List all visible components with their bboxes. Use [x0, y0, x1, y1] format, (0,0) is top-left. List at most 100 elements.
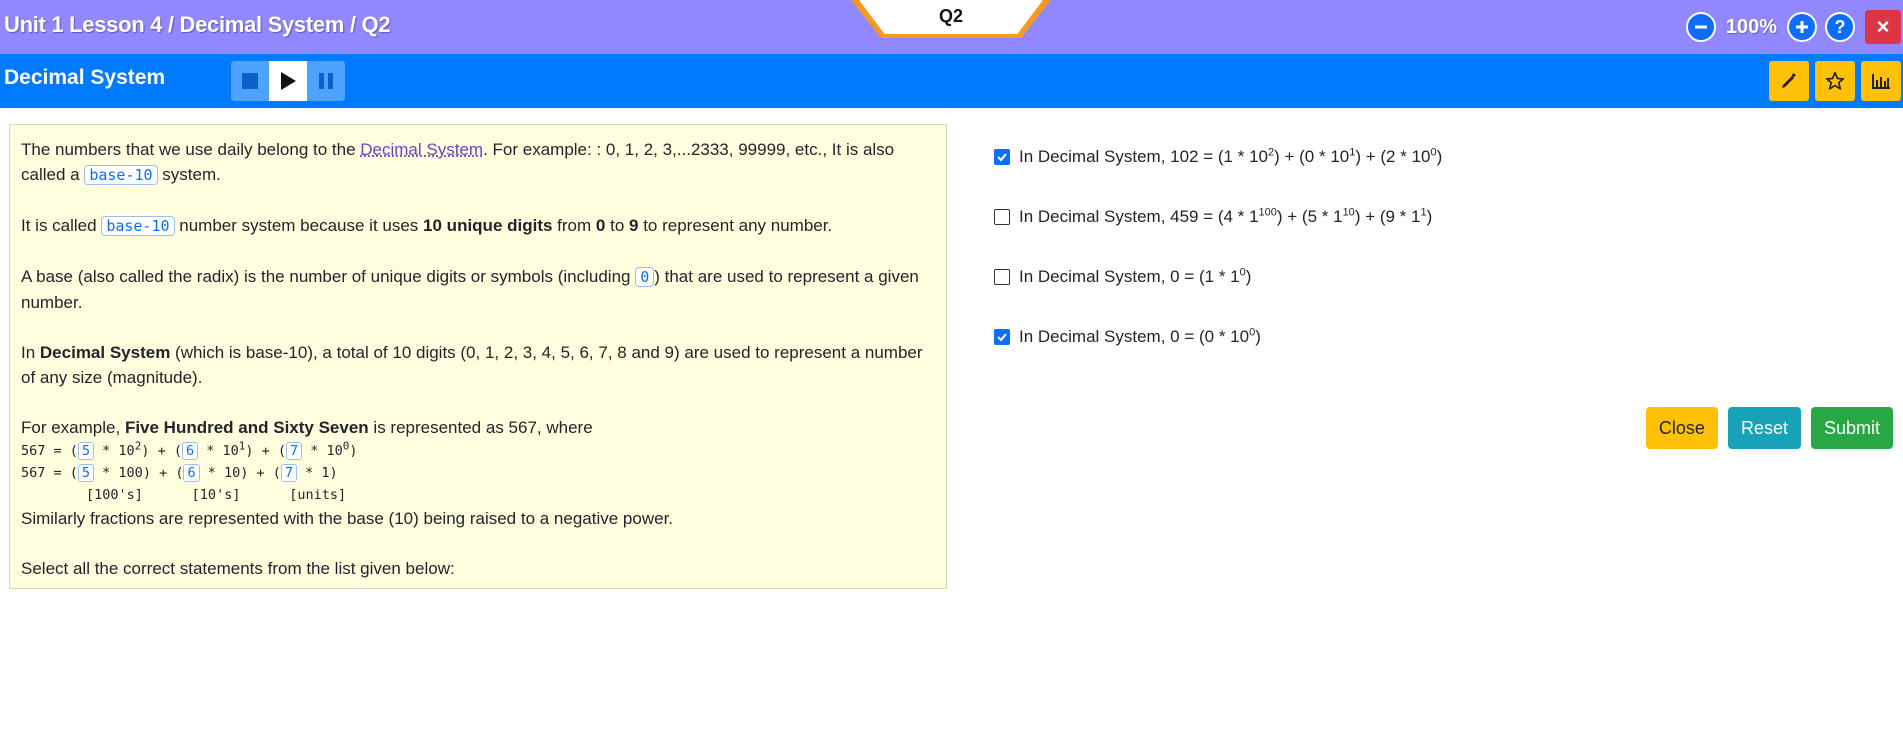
digit-box: 5 — [77, 442, 95, 460]
option-4-checkbox[interactable] — [994, 329, 1010, 345]
option-text: ) + (9 * 1 — [1354, 207, 1421, 226]
base-10-code: base-10 — [84, 165, 158, 185]
sub-header-bar: Decimal System — [0, 54, 1903, 108]
decimal-system-link[interactable]: Decimal System — [360, 140, 483, 159]
base-text-5: to represent any number. — [638, 216, 833, 235]
check-icon — [997, 153, 1007, 162]
media-controls — [231, 61, 345, 101]
code-text: * 10 — [302, 443, 343, 459]
intro-text-3: system. — [157, 165, 221, 184]
option-2-label[interactable]: In Decimal System, 459 = (4 * 1100) + (5… — [1019, 207, 1432, 227]
play-button[interactable] — [269, 61, 307, 101]
option-text: ) + (5 * 1 — [1276, 207, 1343, 226]
pause-button[interactable] — [307, 61, 345, 101]
options-list: In Decimal System, 102 = (1 * 102) + (0 … — [994, 145, 1442, 385]
exponent: 100 — [1258, 206, 1277, 219]
stop-button[interactable] — [231, 61, 269, 101]
decimal-system-bold: Decimal System — [39, 343, 171, 362]
exponent: 10 — [1342, 206, 1355, 219]
base-text-4: to — [605, 216, 629, 235]
example-line-1: 567 = (5 * 102) + (6 * 101) + (7 * 100) — [21, 440, 935, 462]
option-text: ) + (2 * 10 — [1355, 147, 1431, 166]
zoom-out-button[interactable] — [1685, 12, 1716, 42]
close-window-button[interactable]: × — [1865, 10, 1901, 44]
lesson-title: Decimal System — [4, 66, 166, 89]
digit-box: 7 — [286, 442, 303, 460]
code-text: 567 = ( — [21, 465, 78, 481]
option-3[interactable]: In Decimal System, 0 = (1 * 10) — [994, 265, 1442, 289]
favorite-button[interactable] — [1815, 61, 1855, 101]
pause-icon — [319, 73, 333, 89]
reset-button[interactable]: Reset — [1727, 407, 1801, 449]
bar-chart-icon — [1872, 74, 1890, 89]
option-1-label[interactable]: In Decimal System, 102 = (1 * 102) + (0 … — [1019, 147, 1442, 167]
option-4[interactable]: In Decimal System, 0 = (0 * 100) — [994, 325, 1442, 349]
example-bold: Five Hundred and Sixty Seven — [124, 418, 369, 437]
help-button[interactable]: ? — [1825, 12, 1855, 42]
breadcrumb: Unit 1 Lesson 4 / Decimal System / Q2 — [4, 12, 391, 37]
option-text: In Decimal System, 0 = (0 * 10 — [1019, 327, 1250, 346]
option-text: ) — [1245, 267, 1252, 286]
option-text: In Decimal System, 459 = (4 * 1 — [1019, 207, 1259, 226]
example-text: For example, — [21, 418, 125, 437]
base-text-3: from — [552, 216, 596, 235]
code-text: 567 = ( — [21, 443, 78, 459]
option-1[interactable]: In Decimal System, 102 = (1 * 102) + (0 … — [994, 145, 1442, 169]
toolbar — [1769, 61, 1901, 101]
option-text: ) + (0 * 10 — [1274, 147, 1350, 166]
code-text: * 10 — [94, 443, 135, 459]
base-text-2: number system because it uses — [174, 216, 424, 235]
decimal-text: In — [21, 343, 40, 362]
check-icon — [997, 333, 1007, 342]
option-text: ) — [1255, 327, 1261, 346]
top-bar: Unit 1 Lesson 4 / Decimal System / Q2 Q2… — [0, 0, 1903, 54]
zoom-level: 100% — [1725, 15, 1777, 38]
action-buttons: Close Reset Submit — [1645, 407, 1893, 449]
base-paragraph: It is called base-10 number system becau… — [21, 213, 935, 239]
option-4-label[interactable]: In Decimal System, 0 = (0 * 100) — [1019, 327, 1261, 347]
code-text: ) + ( — [245, 443, 286, 459]
digit-box: 6 — [183, 464, 200, 482]
intro-paragraph: The numbers that we use daily belong to … — [21, 137, 935, 188]
unique-digits-bold: 10 unique digits — [423, 216, 553, 235]
base-text: It is called — [21, 216, 102, 235]
submit-button[interactable]: Submit — [1810, 407, 1893, 449]
code-text: * 1) — [297, 465, 338, 481]
stop-icon — [242, 73, 258, 89]
edit-button[interactable] — [1769, 61, 1809, 101]
option-3-checkbox[interactable] — [994, 269, 1010, 285]
star-icon — [1825, 71, 1845, 90]
intro-text: The numbers that we use daily belong to … — [21, 140, 361, 159]
zoom-controls: 100% ? — [1685, 10, 1855, 44]
code-text: * 100) + ( — [94, 465, 184, 481]
zero-code: 0 — [635, 267, 655, 287]
example-text-2: is represented as 567, where — [368, 418, 593, 437]
digit-box: 6 — [181, 442, 199, 460]
digit-zero-bold: 0 — [595, 216, 606, 235]
option-2[interactable]: In Decimal System, 459 = (4 * 1100) + (5… — [994, 205, 1442, 229]
base-10-code-2: base-10 — [101, 216, 175, 236]
zoom-in-button[interactable] — [1787, 12, 1817, 42]
option-text: In Decimal System, 0 = (1 * 1 — [1019, 267, 1240, 286]
close-icon: × — [1876, 14, 1890, 39]
fraction-paragraph: Similarly fractions are represented with… — [21, 509, 674, 528]
option-3-label[interactable]: In Decimal System, 0 = (1 * 10) — [1019, 267, 1251, 287]
radix-text: A base (also called the radix) is the nu… — [21, 267, 636, 286]
code-text: ) + ( — [141, 443, 182, 459]
example-line-2: 567 = (5 * 100) + (6 * 10) + (7 * 1) — [21, 462, 935, 484]
option-1-checkbox[interactable] — [994, 149, 1010, 165]
code-text: ) — [349, 443, 358, 459]
stats-button[interactable] — [1861, 61, 1901, 101]
minus-circle-icon — [1694, 25, 1707, 29]
example-paragraph: For example, Five Hundred and Sixty Seve… — [21, 415, 935, 440]
option-2-checkbox[interactable] — [994, 209, 1010, 225]
example-line-3: [100's] [10's] [units] — [21, 487, 347, 503]
help-icon: ? — [1834, 16, 1846, 37]
code-text: * 10) + ( — [199, 465, 281, 481]
play-icon — [281, 72, 296, 90]
code-text: * 10 — [198, 443, 239, 459]
decimal-paragraph: In Decimal System (which is base-10), a … — [21, 340, 935, 390]
question-tab[interactable]: Q2 — [856, 0, 1046, 34]
close-button[interactable]: Close — [1645, 407, 1718, 449]
instruction-paragraph: Select all the correct statements from t… — [21, 559, 455, 578]
